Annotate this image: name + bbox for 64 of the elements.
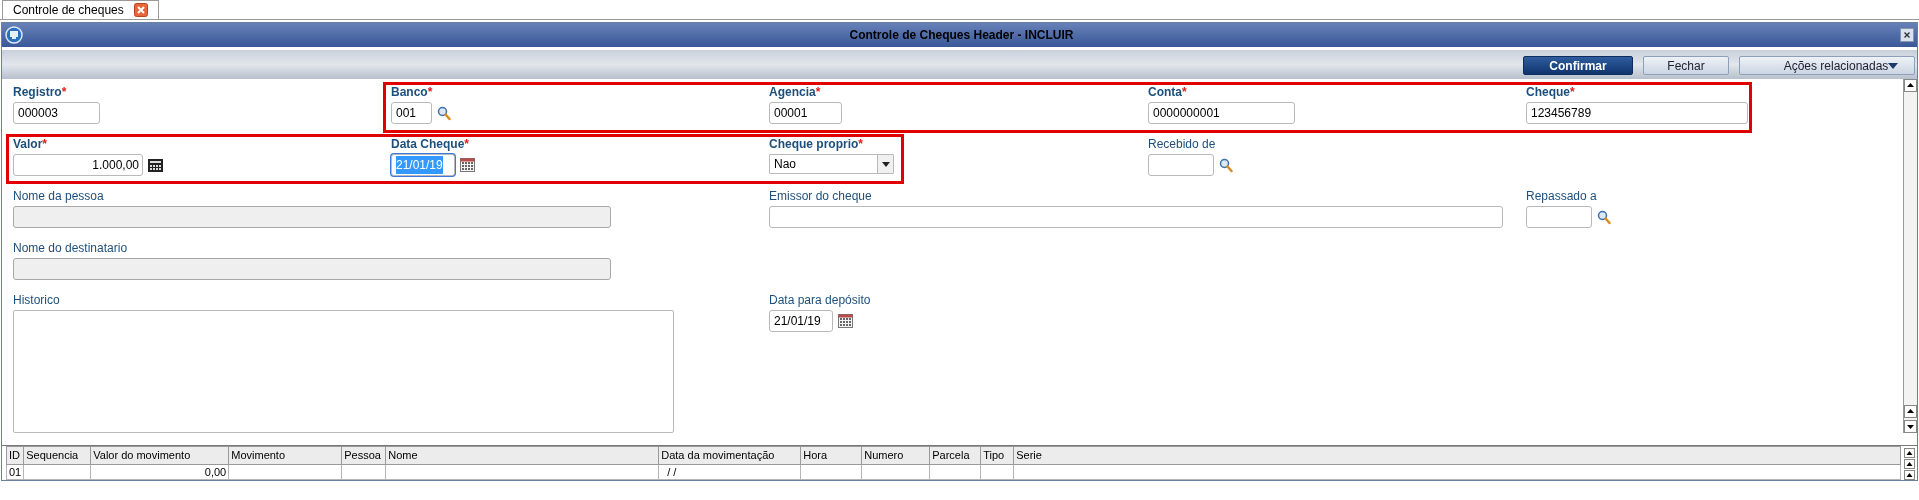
column-header[interactable]: Data da movimentação [658,446,801,465]
table-cell: 01 [9,466,22,478]
field-label: Cheque* [1526,85,1575,99]
close-icon[interactable] [1900,28,1914,42]
column-header[interactable]: Numero [861,446,930,465]
input-field[interactable]: 1.000,00 [13,154,143,176]
field-label: Data para depósito [769,293,871,307]
input-field[interactable]: 123456789 [1526,102,1748,124]
field-label: Agencia* [769,85,821,99]
calendar-icon[interactable] [460,158,475,172]
field-label: Nome do destinatario [13,241,128,255]
close-icon[interactable] [133,3,148,17]
scroll-down-icon[interactable] [1904,420,1917,433]
toolbar-button[interactable]: Fechar [1643,56,1729,75]
field-label: Emissor do cheque [769,189,872,203]
column-header[interactable]: Sequencia [23,446,91,465]
scrollbar[interactable] [1903,79,1917,433]
column-header[interactable]: Serie [1013,446,1901,465]
field-label: Cheque proprio* [769,137,863,151]
dropdown[interactable]: Nao [769,154,894,174]
app-icon [5,26,23,44]
scroll-up-icon[interactable] [1903,448,1915,458]
field-label: Recebido de [1148,137,1216,151]
input-field[interactable]: 000003 [13,102,100,124]
field-label: Nome da pessoa [13,189,104,203]
scroll-up-icon[interactable] [1903,470,1915,480]
dropdown-arrow-icon [1888,62,1899,69]
search-icon[interactable] [1219,157,1233,173]
window-title: Controle de Cheques Header - INCLUIR [848,27,1075,44]
calculator-icon[interactable] [148,158,163,172]
dropdown-arrow-icon [881,161,890,167]
input-field[interactable]: 0000000001 [1148,102,1295,124]
input-field[interactable]: 001 [391,102,432,124]
scroll-up-icon[interactable] [1903,459,1915,469]
column-header[interactable]: Nome [385,446,659,465]
calendar-icon[interactable] [838,314,853,328]
field-label: Data Cheque* [391,137,470,151]
search-icon[interactable] [1597,209,1611,225]
input-field[interactable]: 21/01/19 [769,310,833,332]
toolbar-button[interactable]: Confirmar [1523,56,1633,75]
input-field[interactable]: 00001 [769,102,842,124]
scroll-up-icon[interactable] [1904,79,1917,92]
field-label: Banco* [391,85,433,99]
field-label: Repassado a [1526,189,1597,203]
column-header[interactable]: Parcela [929,446,981,465]
column-header[interactable]: Valor do movimento [90,446,229,465]
input-field[interactable] [1526,206,1592,228]
scroll-up-icon[interactable] [1904,405,1917,418]
column-header[interactable]: ID [6,446,24,465]
search-icon[interactable] [437,105,451,121]
field-label: Valor* [13,137,48,151]
field-label: Historico [13,293,60,307]
field-label: Registro* [13,85,67,99]
column-header[interactable]: Pessoa [341,446,386,465]
table-cell: 0,00 [204,466,227,478]
column-header[interactable]: Movimento [228,446,342,465]
column-header[interactable]: Tipo [980,446,1014,465]
input-field[interactable] [769,206,1503,228]
field-label: Conta* [1148,85,1187,99]
table-cell: / / [667,466,677,478]
toolbar-button[interactable]: Ações relacionadas [1739,56,1915,75]
tab[interactable]: Controle de cheques [2,0,159,19]
input-field[interactable] [1148,154,1214,176]
column-header[interactable]: Hora [800,446,862,465]
